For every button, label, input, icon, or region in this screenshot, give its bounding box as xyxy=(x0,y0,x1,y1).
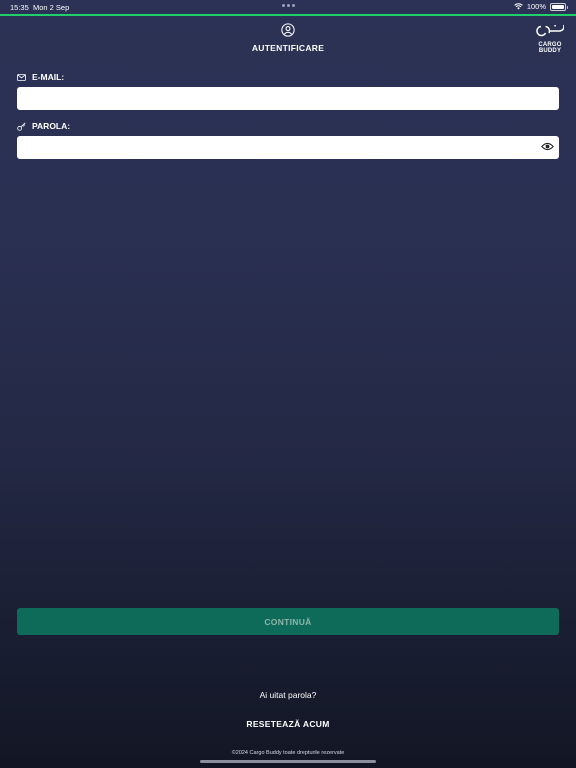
status-date: Mon 2 Sep xyxy=(33,3,70,12)
continue-button[interactable]: CONTINUĂ xyxy=(17,608,559,635)
status-bar: 15:35 Mon 2 Sep 100% xyxy=(0,0,576,14)
battery-icon xyxy=(550,2,568,11)
home-indicator[interactable] xyxy=(200,760,376,763)
battery-percentage: 100% xyxy=(526,2,546,11)
status-time: 15:35 xyxy=(10,3,29,12)
logo-mark-icon xyxy=(536,21,565,37)
user-circle-icon xyxy=(281,23,295,37)
password-field[interactable] xyxy=(17,136,559,159)
email-label-text: E-MAIL: xyxy=(32,72,65,82)
password-label-text: PAROLA: xyxy=(32,121,71,131)
copyright-text: ©2024 Cargo Buddy toate drepturile rezer… xyxy=(231,750,345,756)
eye-icon[interactable] xyxy=(541,141,554,152)
email-label: E-MAIL: xyxy=(17,72,64,82)
reset-now-link[interactable]: RESETEAZĂ ACUM xyxy=(0,719,576,729)
cargo-buddy-logo: CARGO BUDDY xyxy=(536,21,565,54)
password-label: PAROLA: xyxy=(17,121,70,131)
header: AUTENTIFICARE CARGO BUDDY xyxy=(0,21,576,56)
wifi-icon xyxy=(514,3,523,10)
email-field[interactable] xyxy=(17,87,559,110)
multitasking-dots-icon[interactable] xyxy=(282,4,295,7)
mail-icon xyxy=(17,73,26,81)
status-indicators: 100% xyxy=(514,2,568,11)
page-title: AUTENTIFICARE xyxy=(251,43,325,53)
forgot-password-text: Ai uitat parola? xyxy=(259,690,317,700)
accent-line xyxy=(0,14,576,16)
logo-text-line2: BUDDY xyxy=(538,48,562,54)
key-icon xyxy=(17,121,26,131)
